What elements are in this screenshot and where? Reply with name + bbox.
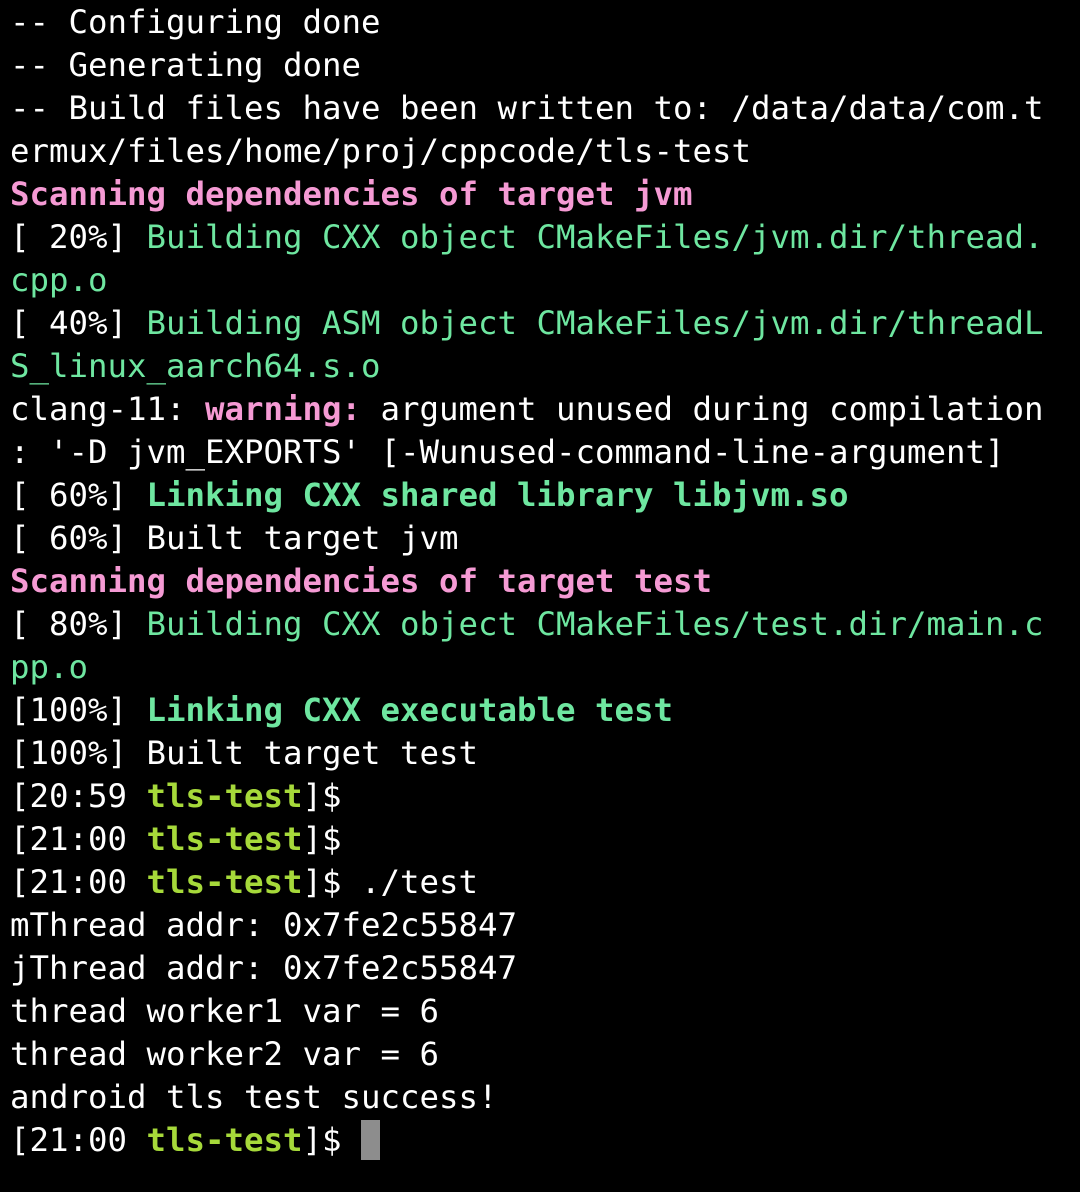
- highlight-text: warning:: [205, 390, 362, 428]
- terminal-text: -- Configuring done: [10, 3, 381, 41]
- terminal-line: -- Generating done: [10, 44, 1080, 87]
- build-step-text: Building ASM object CMakeFiles/jvm.dir/t…: [146, 304, 1044, 342]
- prompt-directory: tls-test: [146, 863, 303, 901]
- terminal-line: android tls test success!: [10, 1076, 1080, 1119]
- terminal-text: thread worker2 var = 6: [10, 1035, 440, 1073]
- terminal-line: pp.o: [10, 646, 1080, 689]
- terminal-text: [100%]: [10, 691, 147, 729]
- build-step-text: Building CXX object CMakeFiles/test.dir/…: [146, 605, 1044, 643]
- terminal-text: thread worker1 var = 6: [10, 992, 440, 1030]
- build-step-text: Linking CXX executable test: [146, 691, 674, 729]
- terminal-line: -- Configuring done: [10, 1, 1080, 44]
- terminal-line: ermux/files/home/proj/cppcode/tls-test: [10, 130, 1080, 173]
- terminal-text: [21:00: [10, 1121, 147, 1159]
- highlight-text: Scanning dependencies of target test: [10, 562, 713, 600]
- prompt-directory: tls-test: [146, 777, 303, 815]
- terminal-text: [ 40%]: [10, 304, 147, 342]
- terminal-line: [ 80%] Building CXX object CMakeFiles/te…: [10, 603, 1080, 646]
- terminal-text: ]$: [302, 1121, 362, 1159]
- terminal-line: [ 60%] Linking CXX shared library libjvm…: [10, 474, 1080, 517]
- terminal-text: clang-11:: [10, 390, 206, 428]
- terminal-window[interactable]: -- Configuring done -- Generating done -- …: [0, 0, 1080, 1192]
- terminal-text: [ 80%]: [10, 605, 147, 643]
- terminal-line: [21:00 tls-test]$ ./test: [10, 861, 1080, 904]
- terminal-line: thread worker1 var = 6: [10, 990, 1080, 1033]
- terminal-text: -- Generating done: [10, 46, 362, 84]
- terminal-line: [ 60%] Built target jvm: [10, 517, 1080, 560]
- terminal-line: thread worker2 var = 6: [10, 1033, 1080, 1076]
- terminal-line: cpp.o: [10, 259, 1080, 302]
- terminal-line: Scanning dependencies of target test: [10, 560, 1080, 603]
- terminal-line: jThread addr: 0x7fe2c55847: [10, 947, 1080, 990]
- terminal-text: : '-D jvm_EXPORTS' [-Wunused-command-lin…: [10, 433, 1005, 471]
- terminal-line: : '-D jvm_EXPORTS' [-Wunused-command-lin…: [10, 431, 1080, 474]
- terminal-text: ermux/files/home/proj/cppcode/tls-test: [10, 132, 752, 170]
- terminal-line: -- Build files have been written to: /da…: [10, 87, 1080, 130]
- build-step-text: pp.o: [10, 648, 89, 686]
- terminal-text: -- Build files have been written to: /da…: [10, 89, 1044, 127]
- terminal-line: [100%] Linking CXX executable test: [10, 689, 1080, 732]
- build-step-text: S_linux_aarch64.s.o: [10, 347, 381, 385]
- terminal-cursor[interactable]: [361, 1120, 381, 1160]
- terminal-line: [100%] Built target test: [10, 732, 1080, 775]
- terminal-line: [21:00 tls-test]$: [10, 1119, 1080, 1162]
- terminal-text: ]$ ./test: [302, 863, 479, 901]
- terminal-text: [21:00: [10, 820, 147, 858]
- highlight-text: Scanning dependencies of target jvm: [10, 175, 693, 213]
- terminal-line: mThread addr: 0x7fe2c55847: [10, 904, 1080, 947]
- prompt-directory: tls-test: [146, 820, 303, 858]
- terminal-output: -- Configuring done -- Generating done -- …: [10, 1, 1080, 1162]
- terminal-text: mThread addr: 0x7fe2c55847: [10, 906, 518, 944]
- terminal-text: [ 60%] Built target jvm: [10, 519, 459, 557]
- build-step-text: cpp.o: [10, 261, 108, 299]
- terminal-text: [ 60%]: [10, 476, 147, 514]
- terminal-line: [ 40%] Building ASM object CMakeFiles/jv…: [10, 302, 1080, 345]
- build-step-text: Building CXX object CMakeFiles/jvm.dir/t…: [146, 218, 1044, 256]
- terminal-line: [ 20%] Building CXX object CMakeFiles/jv…: [10, 216, 1080, 259]
- terminal-text: [ 20%]: [10, 218, 147, 256]
- terminal-text: [100%] Built target test: [10, 734, 479, 772]
- terminal-line: Scanning dependencies of target jvm: [10, 173, 1080, 216]
- terminal-text: argument unused during compilation: [361, 390, 1044, 428]
- prompt-directory: tls-test: [146, 1121, 303, 1159]
- terminal-text: [20:59: [10, 777, 147, 815]
- terminal-line: clang-11: warning: argument unused durin…: [10, 388, 1080, 431]
- terminal-line: [20:59 tls-test]$: [10, 775, 1080, 818]
- terminal-line: S_linux_aarch64.s.o: [10, 345, 1080, 388]
- terminal-text: [21:00: [10, 863, 147, 901]
- terminal-text: android tls test success!: [10, 1078, 498, 1116]
- terminal-text: ]$: [302, 777, 342, 815]
- terminal-line: [21:00 tls-test]$: [10, 818, 1080, 861]
- build-step-text: Linking CXX shared library libjvm.so: [146, 476, 849, 514]
- terminal-text: ]$: [302, 820, 342, 858]
- terminal-text: jThread addr: 0x7fe2c55847: [10, 949, 518, 987]
